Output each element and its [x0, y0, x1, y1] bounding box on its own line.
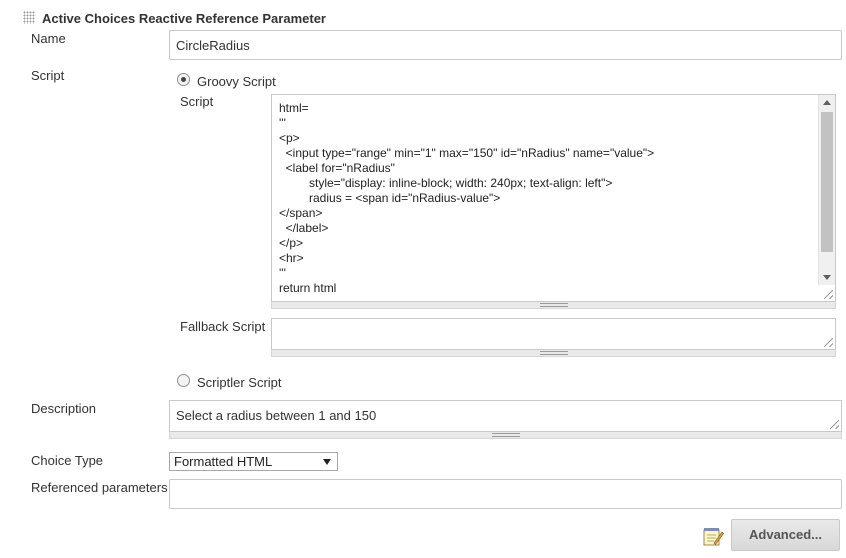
groovy-script-option-label: Groovy Script	[197, 74, 276, 89]
scriptler-script-option-label: Scriptler Script	[197, 375, 282, 390]
description-resize-handle[interactable]	[169, 432, 842, 439]
description-label: Description	[31, 401, 97, 416]
scrollbar-thumb[interactable]	[821, 112, 833, 252]
resize-grabber-icon[interactable]	[824, 290, 833, 299]
scriptler-script-radio[interactable]	[177, 374, 190, 387]
fallback-resize-handle[interactable]	[271, 350, 836, 357]
dropdown-caret-icon	[323, 459, 331, 465]
fallback-script-textarea[interactable]	[271, 318, 836, 350]
resize-lines-icon	[491, 433, 520, 437]
groovy-script-code[interactable]: html= ''' <p> <input type="range" min="1…	[279, 101, 815, 296]
section-title: Active Choices Reactive Reference Parame…	[42, 11, 326, 26]
name-label: Name	[31, 31, 66, 46]
resize-lines-icon	[539, 303, 568, 307]
groovy-script-textarea[interactable]: html= ''' <p> <input type="range" min="1…	[271, 94, 836, 302]
resize-grabber-icon[interactable]	[830, 420, 839, 429]
advanced-button[interactable]: Advanced...	[731, 519, 840, 551]
groovy-script-field-label: Script	[180, 94, 214, 109]
choice-type-selected: Formatted HTML	[174, 454, 273, 469]
scroll-down-arrow-icon[interactable]	[823, 275, 831, 280]
resize-grabber-icon[interactable]	[824, 338, 833, 347]
fallback-script-label: Fallback Script	[180, 319, 266, 334]
choice-type-label: Choice Type	[31, 453, 104, 468]
notepad-help-icon[interactable]	[702, 526, 724, 546]
description-value[interactable]: Select a radius between 1 and 150	[176, 408, 376, 423]
referenced-parameters-input[interactable]	[169, 479, 842, 509]
referenced-parameters-label: Referenced parameters	[31, 480, 168, 495]
script-label: Script	[31, 68, 65, 83]
resize-lines-icon	[539, 351, 568, 355]
name-input[interactable]	[169, 30, 842, 60]
choice-type-select[interactable]: Formatted HTML	[169, 452, 338, 471]
groovy-script-radio[interactable]	[177, 73, 190, 86]
drag-handle-icon[interactable]	[23, 11, 35, 24]
description-textarea[interactable]: Select a radius between 1 and 150	[169, 400, 842, 432]
scroll-up-arrow-icon[interactable]	[823, 100, 831, 105]
vertical-scrollbar[interactable]	[818, 95, 835, 285]
script-resize-handle[interactable]	[271, 302, 836, 309]
